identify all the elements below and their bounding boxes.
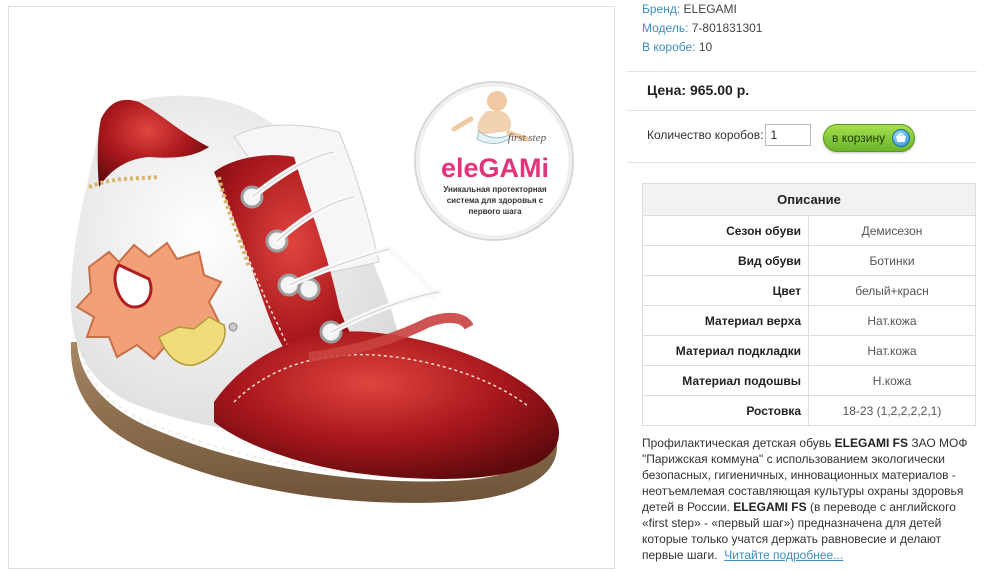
spec-value: Демисезон [808,215,976,246]
spec-key: Материал верха [642,305,809,336]
price: Цена: 965.00 р. [647,82,750,98]
table-row: Ростовка 18-23 (1,2,2,2,2,1) [642,395,976,426]
table-row: Сезон обуви Демисезон [642,215,976,246]
spec-value: 18-23 (1,2,2,2,2,1) [808,395,976,426]
box-row: В коробе: 10 [642,38,979,57]
spec-key: Ростовка [642,395,809,426]
description-table: Описание Сезон обуви Демисезон Вид обуви… [642,183,976,426]
read-more-link[interactable]: Читайте подробнее... [724,548,843,562]
product-details: Бренд: ELEGAMI Модель: 7-801831301 В кор… [627,0,979,572]
spec-key: Цвет [642,275,809,306]
brand-label: Бренд: [642,2,681,16]
add-to-cart-label: в корзину [832,131,886,145]
logo-line3: первого шага [468,207,522,216]
model-label: Модель: [642,21,689,35]
table-row: Материал подкладки Нат.кожа [642,335,976,366]
logo-line2: система для здоровья с [447,196,544,205]
description-title: Описание [642,183,976,216]
brand-logo: first step eleGAMi Уникальная протекторн… [414,81,574,241]
table-row: Материал верха Нат.кожа [642,305,976,336]
spec-value: Нат.кожа [808,305,976,336]
about-text: Профилактическая детская обувь ELEGAMI F… [642,435,977,563]
logo-brand: eleGAMi [441,153,549,183]
basket-icon [892,129,910,147]
spec-value: Н.кожа [808,365,976,396]
logo-line1: Уникальная протекторная [443,185,547,194]
about-brand: ELEGAMI FS [834,436,908,450]
table-row: Вид обуви Ботинки [642,245,976,276]
spec-key: Материал подошвы [642,365,809,396]
model-row: Модель: 7-801831301 [642,19,979,38]
quantity-label: Количество коробов: [647,128,764,142]
divider [627,71,977,72]
brand-row: Бренд: ELEGAMI [642,0,979,19]
product-meta: Бренд: ELEGAMI Модель: 7-801831301 В кор… [627,0,979,57]
box-label: В коробе: [642,40,696,54]
spec-value: Ботинки [808,245,976,276]
about-part: Профилактическая детская обувь [642,436,835,450]
logo-tag: first step [508,132,547,144]
model-value: 7-801831301 [691,21,763,35]
box-value: 10 [698,40,713,54]
spec-key: Сезон обуви [642,215,809,246]
add-to-cart-button[interactable]: в корзину [823,124,915,152]
brand-value: ELEGAMI [683,2,737,16]
divider [627,110,977,111]
spec-value: белый+красн [808,275,976,306]
quantity-row: Количество коробов: [647,123,812,147]
quantity-input[interactable] [765,124,812,146]
divider [627,162,977,163]
about-brand: ELEGAMI FS [733,500,807,514]
shoe-illustration: first step eleGAMi Уникальная протекторн… [70,81,574,503]
table-row: Цвет белый+красн [642,275,976,306]
product-image[interactable]: first step eleGAMi Уникальная протекторн… [8,6,615,569]
spec-key: Материал подкладки [642,335,809,366]
table-row: Материал подошвы Н.кожа [642,365,976,396]
spec-value: Нат.кожа [808,335,976,366]
spec-key: Вид обуви [642,245,809,276]
